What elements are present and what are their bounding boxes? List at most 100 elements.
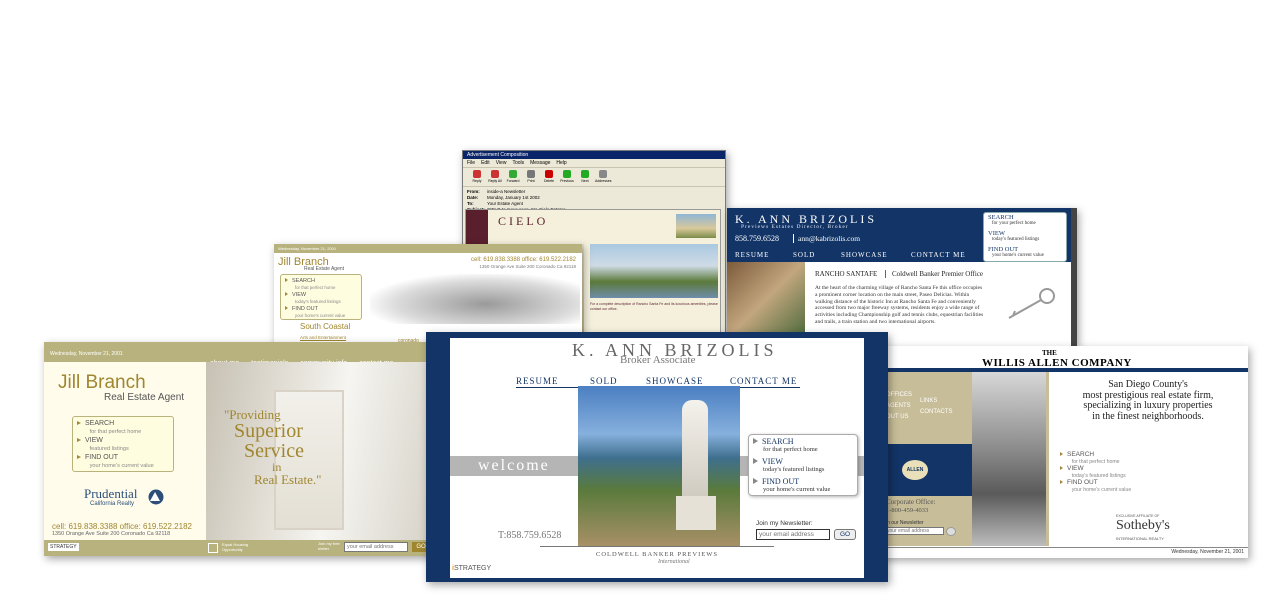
jill-front-panel: Search for that perfect home View featured … [72, 416, 174, 472]
email-menu-item[interactable]: File [467, 160, 475, 166]
jill-branch-home-screenshot: Wednesday, November 21, 2001 about metes… [44, 342, 440, 556]
arrow-icon [77, 455, 81, 459]
tagline-line-4: in the finest neighborhoods. [1092, 410, 1204, 422]
email-menu-item[interactable]: Help [556, 160, 566, 166]
willis-menu-r-0[interactable]: LINKS [920, 396, 964, 407]
panel-sub: featured listings [89, 446, 129, 452]
willis-go-button[interactable] [946, 527, 956, 536]
email-toolbar: Reply Reply All Forward Print Delete Previous… [463, 167, 725, 187]
cielo-caption: For a complete description of Rancho San… [590, 302, 718, 311]
panel-item-2[interactable]: Find Out your home's current value [1060, 479, 1131, 494]
panel-label: Search [753, 438, 818, 446]
jill-back-date: Wednesday, November 21, 2001 [278, 246, 337, 251]
panel-item-0[interactable]: Search for that perfect home [77, 420, 141, 436]
panel-item-1[interactable]: View today's featured listings [1060, 465, 1126, 480]
willis-menu-r-1[interactable]: CONTACTS [920, 407, 964, 418]
panel-item-1[interactable]: View today's featured listings [285, 292, 341, 305]
email-toolbar-button[interactable]: Reply All [487, 170, 503, 183]
welcome-text: welcome [478, 457, 550, 474]
email-toolbar-button[interactable]: Addresses [595, 170, 612, 183]
sothebys-logo: Sotheby's [1116, 518, 1170, 533]
email-menu-item[interactable]: Message [530, 160, 550, 166]
panel-item-0[interactable]: Search for that perfect home [285, 278, 335, 291]
email-header-value: Your Estate Agent [487, 201, 523, 206]
tagline-line-3: specializing in luxury properties [1083, 400, 1213, 411]
jill-front-name: Jill Branch [58, 372, 146, 393]
prudential-rock-icon [148, 488, 164, 506]
brizolis-nav-2[interactable]: Showcase [841, 251, 888, 259]
panel-label-text: View [1067, 465, 1084, 472]
jill-front-email-input[interactable] [344, 542, 408, 552]
brizolis-main-nav-3[interactable]: Contact Me [730, 376, 797, 386]
toolbar-label: Forward [506, 179, 520, 183]
willis-photo [972, 372, 1046, 546]
email-header-value: Monday, January 1st 2002 [487, 195, 540, 200]
brizolis-nav-1[interactable]: Sold [793, 251, 815, 259]
arrow-icon [753, 438, 758, 444]
brizolis-main-panel: Search for that perfect home View today's f… [748, 434, 858, 496]
brizolis-main-panel-item-2[interactable]: Find Out your home's current value [753, 478, 830, 494]
arrow-icon [1060, 466, 1063, 470]
cielo-thumb-photo [676, 214, 716, 238]
panel-label: Search [1060, 451, 1120, 459]
email-menu-item[interactable]: Tools [512, 160, 524, 166]
jill-back-nav-1[interactable]: testimonials [435, 254, 461, 260]
email-menu-item[interactable]: Edit [481, 160, 490, 166]
brizolis-main-panel-item-0[interactable]: Search for that perfect home [753, 438, 818, 454]
jill-back-photo [370, 274, 580, 324]
brizolis-main-nav-2[interactable]: Showcase [646, 376, 704, 386]
toolbar-icon [491, 170, 499, 178]
toolbar-label: Addresses [595, 179, 612, 183]
willis-badge: ALLEN [902, 460, 928, 480]
panel-item-1[interactable]: View featured listings [77, 437, 129, 453]
email-menu-item[interactable]: View [496, 160, 507, 166]
brizolis-panel-item[interactable]: Search for your perfect home [988, 214, 1036, 227]
email-toolbar-button[interactable]: Previous [559, 170, 575, 183]
panel-sub: your home's current value [294, 312, 346, 318]
brizolis-home-screenshot: K. Ann Brizolis Broker Associate Resume S… [426, 332, 888, 582]
arrow-icon [753, 458, 758, 464]
email-toolbar-button[interactable]: Print [523, 170, 539, 183]
panel-item-2[interactable]: Find Out your home's current value [77, 454, 154, 470]
brizolis-main-email-input[interactable] [756, 529, 830, 540]
jill-back-title: Real Estate Agent [304, 266, 345, 272]
jill-back-nav-0[interactable]: about me [406, 254, 427, 260]
toolbar-icon [527, 170, 535, 178]
panel-item-2[interactable]: Find Out your home's current value [285, 306, 345, 319]
key-icon [1003, 286, 1059, 322]
email-titlebar: Advertisement Composition [463, 151, 725, 159]
brizolis-panel-item[interactable]: View today's featured listings [988, 230, 1039, 243]
brizolis-nav-0[interactable]: Resume [735, 251, 769, 259]
tagline-line-1: San Diego County's [1108, 379, 1188, 390]
equal-housing-icon [208, 543, 218, 553]
email-toolbar-button[interactable]: Delete [541, 170, 557, 183]
arrow-icon [285, 306, 288, 310]
panel-label-text: View [292, 292, 307, 298]
panel-sub: your home's current value [89, 463, 154, 469]
jill-back-panel: Search for that perfect home View today's f… [280, 274, 362, 320]
brizolis-main-photo [578, 386, 740, 546]
panel-label-text: Find Out [292, 306, 318, 312]
brizolis-panel-item[interactable]: Find Out your home's current value [988, 246, 1044, 259]
panel-item-0[interactable]: Search for that perfect home [1060, 451, 1120, 466]
panel-label: View [753, 458, 824, 466]
panel-sub: for that perfect home [294, 284, 336, 290]
toolbar-label: Reply [472, 179, 482, 183]
arrow-icon [285, 292, 288, 296]
brizolis-main-nav-0[interactable]: Resume [516, 376, 559, 386]
brizolis-email: ann@kabrizolis.com [793, 234, 860, 243]
brizolis-heading-left: RANCHO SANTAFE [815, 270, 878, 278]
email-toolbar-button[interactable]: Forward [505, 170, 521, 183]
email-toolbar-button[interactable]: Reply [469, 170, 485, 183]
brizolis-phone: 858.759.6528 [735, 234, 779, 243]
toolbar-icon [473, 170, 481, 178]
email-toolbar-button[interactable]: Next [577, 170, 593, 183]
brizolis-main-newsletter: Join my Newsletter: [756, 520, 813, 527]
brizolis-main-panel-item-1[interactable]: View today's featured listings [753, 458, 824, 474]
panel-sub: your home's current value [992, 253, 1044, 258]
brizolis-main-go-button[interactable]: GO [834, 529, 856, 540]
brizolis-nav-3[interactable]: Contact Me [911, 251, 966, 259]
willis-email-input[interactable] [884, 527, 944, 535]
brizolis-main-nav-1[interactable]: Sold [590, 376, 618, 386]
prudential-sub: California Realty [90, 501, 135, 507]
